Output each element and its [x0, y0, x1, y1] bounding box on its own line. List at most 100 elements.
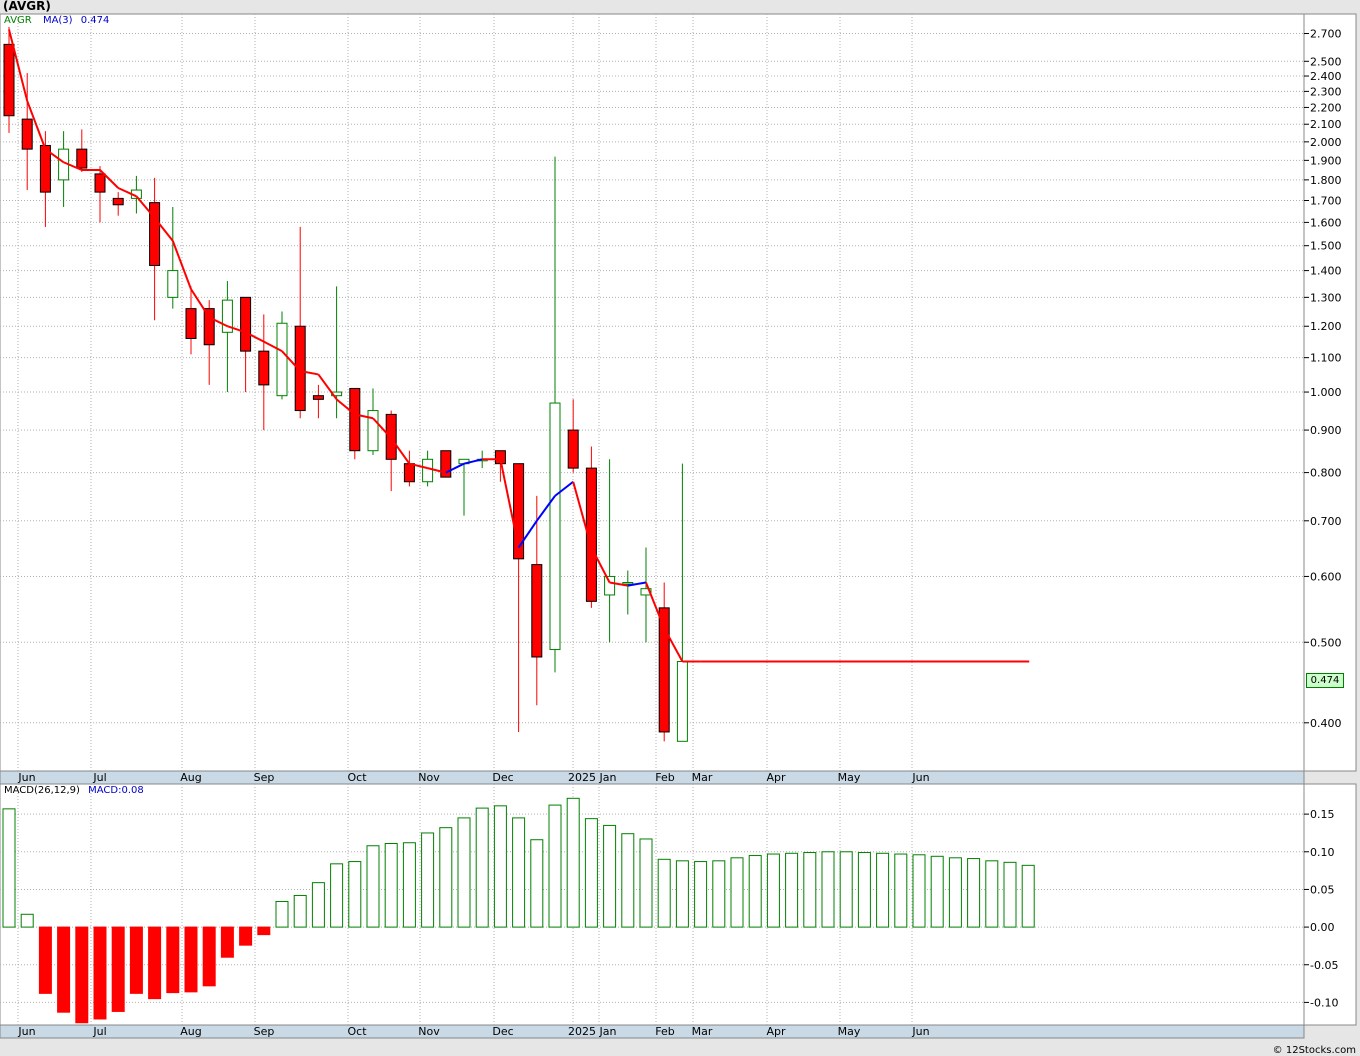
macd-bar [894, 853, 908, 928]
price-tick-label: 1.900 [1310, 154, 1342, 167]
chart-canvas: 0.400 0.500 0.600 0.700 0.800 0.900 1.000 1.100… [0, 0, 1360, 1056]
macd-bar [803, 852, 817, 928]
macd-x-tick-label: Feb [655, 1025, 674, 1038]
macd-bar [148, 926, 162, 1000]
macd-bar [712, 860, 726, 928]
macd-bar [675, 860, 689, 928]
macd-x-tick-label: Dec [492, 1025, 513, 1038]
price-x-tick-label: Feb [655, 771, 674, 784]
price-x-tick-label: Mar [692, 771, 713, 784]
price-tick-label: 2.500 [1310, 55, 1342, 68]
macd-bar [985, 860, 999, 928]
macd-x-tick-label: 2025 [568, 1025, 596, 1038]
price-tick-label: 2.100 [1310, 118, 1342, 131]
price-x-tick-label: Jun [17, 771, 35, 784]
macd-bar [275, 900, 289, 928]
macd-bar [621, 833, 635, 928]
price-x-tick-label: Oct [347, 771, 367, 784]
candle-body [112, 197, 124, 206]
macd-bar [166, 926, 180, 994]
macd-bar [603, 824, 617, 928]
macd-x-tick-label: Oct [347, 1025, 367, 1038]
candle-body [240, 296, 252, 352]
macd-bar [129, 926, 143, 994]
price-tick-label: 0.700 [1310, 515, 1342, 528]
candle-body [167, 270, 179, 298]
macd-bar [657, 858, 671, 928]
candle-body [531, 564, 543, 658]
macd-bar [384, 842, 398, 928]
macd-bar [421, 832, 435, 928]
macd-legend: MACD(26,12,9) MACD:0.08 [4, 785, 144, 797]
price-x-tick-label: Jan [599, 771, 617, 784]
macd-bar [839, 851, 853, 928]
macd-bar [75, 926, 89, 1024]
macd-x-tick-label: May [838, 1025, 861, 1038]
site-credit: © 12Stocks.com [1272, 1045, 1356, 1056]
macd-bar [639, 838, 653, 928]
macd-x-tick-label: Nov [418, 1025, 440, 1038]
macd-bar [93, 926, 107, 1020]
candle-body [185, 308, 197, 339]
price-x-tick-label: Jun [911, 771, 929, 784]
candle-body [21, 118, 33, 150]
macd-bar [475, 807, 489, 928]
price-tick-label: 2.400 [1310, 70, 1342, 83]
macd-x-tick-label: Jan [599, 1025, 617, 1038]
price-tick-label: 0.900 [1310, 424, 1342, 437]
macd-bar [348, 861, 362, 928]
price-tick-label: 1.200 [1310, 320, 1342, 333]
macd-bar [1021, 864, 1035, 928]
macd-bar [512, 817, 526, 928]
candle-body [549, 402, 561, 651]
macd-tick-label: 0.05 [1310, 883, 1335, 896]
last-price-tag: 0.474 [1306, 673, 1344, 688]
macd-bar [748, 855, 762, 928]
candle-body [258, 350, 270, 386]
macd-bar [876, 852, 890, 928]
macd-bar [730, 857, 744, 928]
candle-body [149, 202, 161, 266]
macd-tick-label: -0.10 [1310, 996, 1338, 1009]
macd-bar [239, 926, 253, 946]
price-tick-label: 2.200 [1310, 101, 1342, 114]
macd-tick-label: 0.00 [1310, 921, 1335, 934]
macd-bar [184, 926, 198, 993]
legend-ma-label: MA(3) [42, 15, 73, 26]
macd-x-tick-label: Aug [180, 1025, 201, 1038]
macd-bar [202, 926, 216, 987]
price-x-tick-label: Dec [492, 771, 513, 784]
candle-body [3, 43, 15, 117]
macd-bar [1003, 861, 1017, 928]
price-tick-label: 0.500 [1310, 636, 1342, 649]
price-tick-label: 2.700 [1310, 28, 1342, 41]
macd-bar [311, 882, 325, 928]
macd-bar [493, 805, 507, 928]
price-tick-label: 0.800 [1310, 467, 1342, 480]
macd-bar [967, 858, 981, 928]
chart-title: (AVGR) [3, 0, 51, 13]
price-tick-label: 2.000 [1310, 136, 1342, 149]
price-x-tick-label: Apr [766, 771, 786, 784]
legend-symbol: AVGR [4, 15, 32, 26]
macd-bar [694, 861, 708, 928]
macd-bar [457, 817, 471, 928]
macd-bar [20, 913, 34, 928]
macd-bar [257, 926, 271, 936]
candle-body [622, 582, 634, 585]
price-x-tick-label: Jul [92, 771, 106, 784]
price-x-tick-label: 2025 [568, 771, 596, 784]
candle-body [276, 322, 288, 397]
candle-body [349, 387, 361, 452]
candle-body [203, 308, 215, 346]
macd-bar [785, 852, 799, 928]
price-tick-label: 1.500 [1310, 240, 1342, 253]
macd-bar [584, 818, 598, 928]
price-tick-label: 1.100 [1310, 352, 1342, 365]
price-tick-label: 1.300 [1310, 291, 1342, 304]
macd-bar [439, 827, 453, 928]
macd-tick-label: 0.15 [1310, 808, 1335, 821]
macd-bar [948, 857, 962, 928]
candle-body [567, 429, 579, 469]
macd-x-tick-label: Jun [17, 1025, 35, 1038]
